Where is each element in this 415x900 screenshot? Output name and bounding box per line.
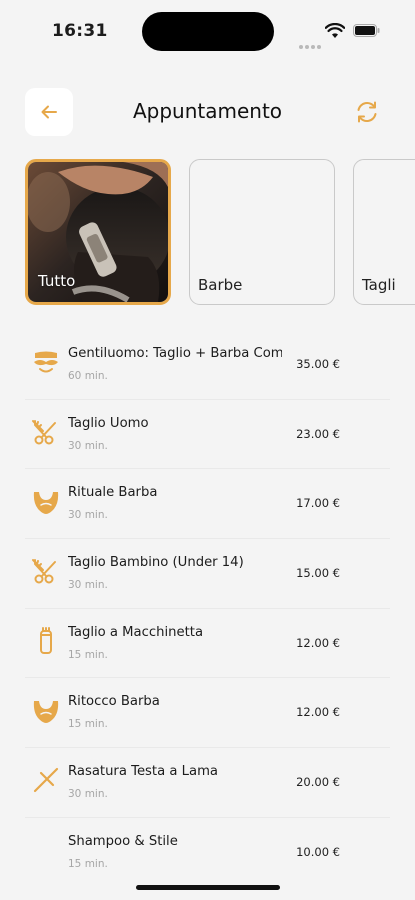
beard-icon [29,484,63,518]
status-time: 16:31 [52,21,108,41]
service-name: Taglio a Macchinetta [68,624,204,640]
mustache-icon [29,345,63,379]
service-name: Taglio Bambino (Under 14) [68,555,244,571]
service-price: 35.00 € [296,357,340,371]
service-row[interactable]: Taglio a Macchinetta 15 min. 12.00 € [25,609,390,679]
service-duration: 30 min. [68,439,108,452]
service-duration: 30 min. [68,788,108,801]
scissors-comb-icon [29,415,63,449]
service-name: Taglio Uomo [68,415,149,431]
category-card-barbe[interactable]: Barbe [189,159,335,305]
service-row[interactable]: Shampoo & Stile 15 min. 10.00 € [25,818,390,887]
category-label: Barbe [198,276,243,294]
category-carousel[interactable]: Tutto Barbe Tagli [25,159,415,307]
service-price: 10.00 € [296,844,340,859]
category-card-tagli[interactable]: Tagli [353,159,415,305]
service-row[interactable]: Ritocco Barba 15 min. 12.00 € [25,678,390,749]
service-row[interactable]: Taglio Uomo 30 min. 23.00 € [25,400,390,470]
category-label: Tagli [362,276,396,294]
wifi-icon [325,23,345,38]
service-duration: 30 min. [68,579,108,592]
battery-icon [353,24,380,37]
service-price: 23.00 € [296,426,340,441]
service-name: Rituale Barba [68,485,158,501]
scissors-comb-icon [29,554,63,588]
service-duration: 60 min. [68,370,108,382]
service-row[interactable]: Taglio Bambino (Under 14) 30 min. 15.00 … [25,539,390,609]
service-name: Shampoo & Stile [68,833,178,849]
service-list: Gentiluomo: Taglio + Barba Completo 60 m… [25,330,390,887]
service-duration: 15 min. [68,718,108,731]
refresh-icon [357,101,377,123]
service-row[interactable]: Gentiluomo: Taglio + Barba Completo 60 m… [25,330,390,400]
clipper-icon [29,624,63,658]
razor-icon [29,763,63,797]
service-price: 12.00 € [296,705,340,720]
status-bar: 16:31 [0,0,415,62]
dynamic-island [142,12,274,51]
service-name: Gentiluomo: Taglio + Barba Completo [68,346,282,361]
service-duration: 15 min. [68,857,108,870]
service-price: 15.00 € [296,566,340,581]
service-row[interactable]: Rituale Barba 30 min. 17.00 € [25,469,390,540]
service-price: 12.00 € [296,635,340,650]
service-price: 17.00 € [296,496,340,511]
service-price: 20.00 € [296,775,340,790]
beard-icon [29,693,63,727]
category-label: Tutto [38,272,76,290]
service-duration: 15 min. [68,648,108,661]
refresh-button[interactable] [352,97,382,127]
service-name: Rasatura Testa a Lama [68,764,218,780]
service-duration: 30 min. [68,509,108,522]
signal-icon [299,34,323,53]
service-name: Ritocco Barba [68,694,160,710]
service-row[interactable]: Rasatura Testa a Lama 30 min. 20.00 € [25,748,390,818]
home-indicator[interactable] [136,885,280,890]
category-card-tutto[interactable]: Tutto [25,159,171,305]
